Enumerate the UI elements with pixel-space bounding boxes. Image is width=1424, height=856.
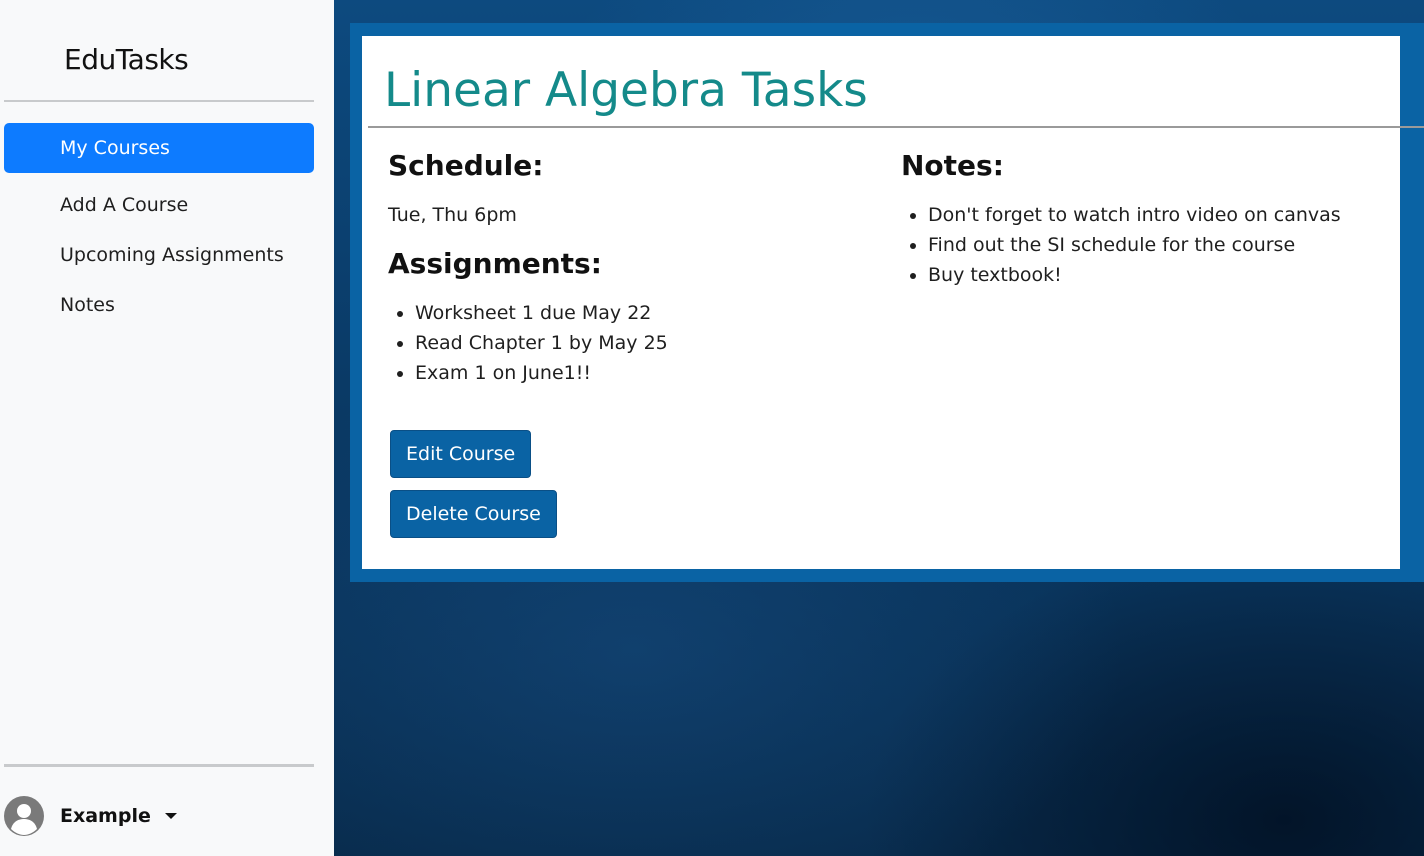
- notes-heading: Notes:: [901, 149, 1004, 182]
- sidebar-item-notes[interactable]: Notes: [4, 280, 314, 330]
- page-title: Linear Algebra Tasks: [384, 63, 868, 118]
- user-avatar-icon: [4, 796, 44, 836]
- note-item: Buy textbook!: [928, 260, 1381, 290]
- sidebar-item-upcoming-assignments[interactable]: Upcoming Assignments: [4, 230, 314, 280]
- schedule-text: Tue, Thu 6pm: [388, 204, 517, 226]
- assignments-list: Worksheet 1 due May 22 Read Chapter 1 by…: [388, 298, 868, 388]
- note-item: Find out the SI schedule for the course: [928, 230, 1381, 260]
- notes-list: Don't forget to watch intro video on can…: [901, 200, 1381, 290]
- main-content: Linear Algebra Tasks Schedule: Tue, Thu …: [334, 0, 1424, 856]
- sidebar-item-my-courses[interactable]: My Courses: [4, 123, 314, 173]
- sidebar-divider-top: [4, 100, 314, 102]
- sidebar-item-add-a-course[interactable]: Add A Course: [4, 180, 314, 230]
- caret-down-icon[interactable]: [164, 813, 177, 819]
- note-item: Don't forget to watch intro video on can…: [928, 200, 1381, 230]
- brand-title[interactable]: EduTasks: [64, 40, 189, 80]
- notes-column: Notes: Don't forget to watch intro video…: [901, 146, 1381, 290]
- user-menu[interactable]: Example: [4, 796, 177, 836]
- assignments-heading: Assignments:: [388, 247, 602, 280]
- assignment-item: Read Chapter 1 by May 25: [415, 328, 868, 358]
- assignment-item: Exam 1 on June1!!: [415, 358, 868, 388]
- schedule-heading: Schedule:: [388, 149, 544, 182]
- assignment-item: Worksheet 1 due May 22: [415, 298, 868, 328]
- user-name: Example: [60, 805, 151, 827]
- sidebar-divider-bottom: [4, 764, 314, 767]
- title-divider: [368, 126, 1424, 128]
- course-details-column: Schedule: Tue, Thu 6pm Assignments: Work…: [388, 146, 868, 388]
- delete-course-button[interactable]: Delete Course: [390, 490, 557, 538]
- edit-course-button[interactable]: Edit Course: [390, 430, 532, 478]
- sidebar: EduTasks My Courses Add A Course Upcomin…: [0, 0, 334, 856]
- course-card-frame: Linear Algebra Tasks Schedule: Tue, Thu …: [350, 23, 1424, 582]
- course-card: Linear Algebra Tasks Schedule: Tue, Thu …: [362, 36, 1424, 569]
